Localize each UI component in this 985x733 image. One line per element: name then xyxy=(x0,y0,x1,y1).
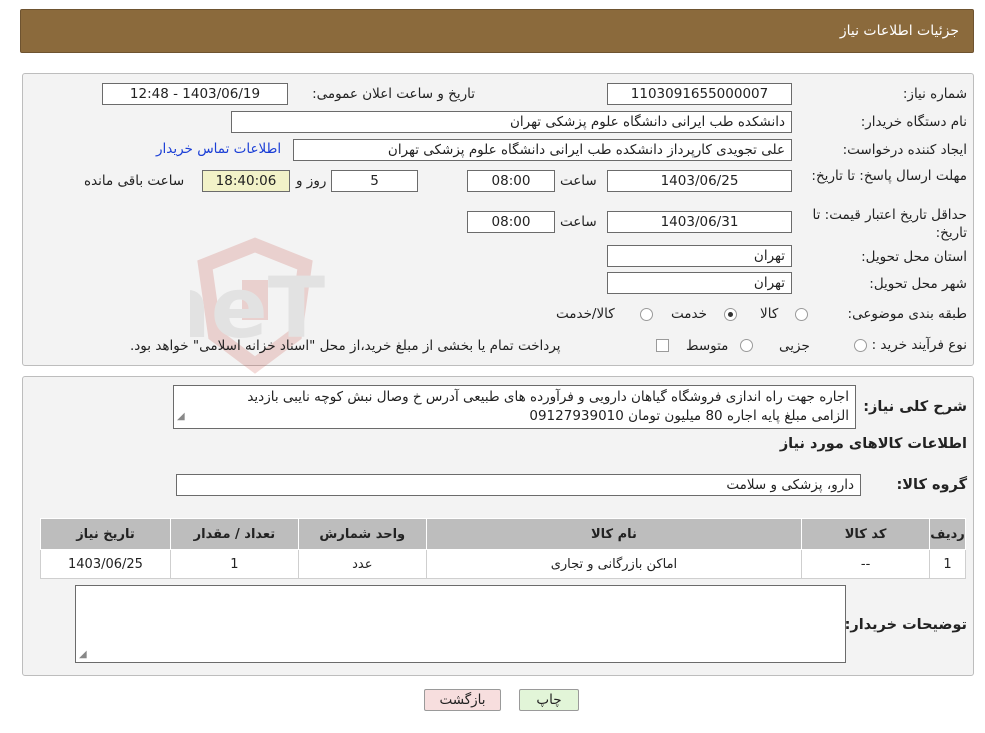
col-quantity-header: تعداد / مقدار xyxy=(169,518,299,550)
buyer-notes-field: ◢ xyxy=(75,585,846,663)
process-medium-radio[interactable] xyxy=(740,339,753,352)
category-goods-label: کالا xyxy=(760,306,779,322)
price-validity-date: 1403/06/31 xyxy=(607,211,792,233)
category-service-radio[interactable] xyxy=(724,308,737,321)
buyer-notes-label: توضیحات خریدار: xyxy=(844,617,967,633)
goods-group-field: دارو، پزشکی و سلامت xyxy=(176,474,861,496)
treasury-note: پرداخت تمام یا بخشی از مبلغ خرید،از محل … xyxy=(130,338,561,354)
announce-datetime-field: 1403/06/19 - 12:48 xyxy=(102,83,288,105)
table-row: 1 -- اماکن بازرگانی و تجاری عدد 1 1403/0… xyxy=(40,549,966,579)
print-button[interactable]: چاپ xyxy=(519,689,579,711)
page-header: جزئیات اطلاعات نیاز xyxy=(20,9,974,53)
cell-unit: عدد xyxy=(297,549,427,579)
announce-datetime-label: تاریخ و ساعت اعلان عمومی: xyxy=(312,86,475,102)
remaining-time-label: ساعت باقی مانده xyxy=(84,173,185,189)
reply-deadline-date: 1403/06/25 xyxy=(607,170,792,192)
items-table: ردیف کد کالا نام کالا واحد شمارش تعداد /… xyxy=(40,518,966,579)
requester-field: علی تجویدی کارپرداز دانشکده طب ایرانی دا… xyxy=(293,139,792,161)
col-unit-header: واحد شمارش xyxy=(297,518,427,550)
requester-label: ایجاد کننده درخواست: xyxy=(842,142,967,158)
col-name-header: نام کالا xyxy=(425,518,803,550)
notes-resize-handle-icon[interactable]: ◢ xyxy=(79,649,87,660)
resize-handle-icon[interactable]: ◢ xyxy=(177,407,185,426)
description-label: شرح کلی نیاز: xyxy=(863,399,967,415)
treasury-checkbox[interactable] xyxy=(656,339,669,352)
description-field: اجاره جهت راه اندازی فروشگاه گیاهان دارو… xyxy=(173,385,856,429)
process-minor-radio[interactable] xyxy=(854,339,867,352)
items-table-wrapper: ردیف کد کالا نام کالا واحد شمارش تعداد /… xyxy=(40,518,966,579)
delivery-city-field: تهران xyxy=(607,272,792,294)
process-medium-label: متوسط xyxy=(686,338,729,354)
price-validity-time: 08:00 xyxy=(467,211,555,233)
reply-days-field: 5 xyxy=(331,170,418,192)
goods-group-label: گروه کالا: xyxy=(896,477,967,493)
cell-date: 1403/06/25 xyxy=(40,549,171,579)
delivery-province-field: تهران xyxy=(607,245,792,267)
category-goods-service-label: کالا/خدمت xyxy=(556,306,615,322)
category-label: طبقه بندی موضوعی: xyxy=(847,306,967,322)
remaining-time-field: 18:40:06 xyxy=(202,170,290,192)
cell-row: 1 xyxy=(929,549,966,579)
category-service-label: خدمت xyxy=(671,306,707,322)
cell-quantity: 1 xyxy=(169,549,299,579)
price-time-label: ساعت xyxy=(560,214,597,230)
price-validity-label: حداقل تاریخ اعتبار قیمت: تا تاریخ: xyxy=(812,207,967,241)
cell-code: -- xyxy=(801,549,931,579)
days-label: روز و xyxy=(296,173,327,189)
delivery-province-label: استان محل تحویل: xyxy=(861,249,967,265)
process-minor-label: جزیی xyxy=(779,338,810,354)
buyer-contact-link[interactable]: اطلاعات تماس خریدار xyxy=(156,141,281,157)
col-code-header: کد کالا xyxy=(801,518,931,550)
need-number-label: شماره نیاز: xyxy=(902,86,967,102)
goods-info-title: اطلاعات کالاهای مورد نیاز xyxy=(779,436,967,452)
buyer-org-label: نام دستگاه خریدار: xyxy=(860,114,967,130)
delivery-city-label: شهر محل تحویل: xyxy=(869,276,967,292)
reply-deadline-label: مهلت ارسال پاسخ: تا تاریخ: xyxy=(811,168,967,184)
buyer-org-field: دانشکده طب ایرانی دانشگاه علوم پزشکی تهر… xyxy=(231,111,792,133)
description-line-2: الزامی مبلغ پایه اجاره 80 میلیون تومان 0… xyxy=(529,408,849,424)
category-goods-service-radio[interactable] xyxy=(640,308,653,321)
items-table-header: ردیف کد کالا نام کالا واحد شمارش تعداد /… xyxy=(40,518,966,550)
category-goods-radio[interactable] xyxy=(795,308,808,321)
reply-time-label: ساعت xyxy=(560,173,597,189)
cell-name: اماکن بازرگانی و تجاری xyxy=(425,549,803,579)
back-button[interactable]: بازگشت xyxy=(424,689,501,711)
reply-deadline-time: 08:00 xyxy=(467,170,555,192)
description-line-1: اجاره جهت راه اندازی فروشگاه گیاهان دارو… xyxy=(247,389,849,405)
process-type-label: نوع فرآیند خرید : xyxy=(871,337,967,353)
col-date-header: تاریخ نیاز xyxy=(40,518,171,550)
col-row-header: ردیف xyxy=(929,518,966,550)
page-title: جزئیات اطلاعات نیاز xyxy=(839,23,959,39)
need-number-field: 1103091655000007 xyxy=(607,83,792,105)
